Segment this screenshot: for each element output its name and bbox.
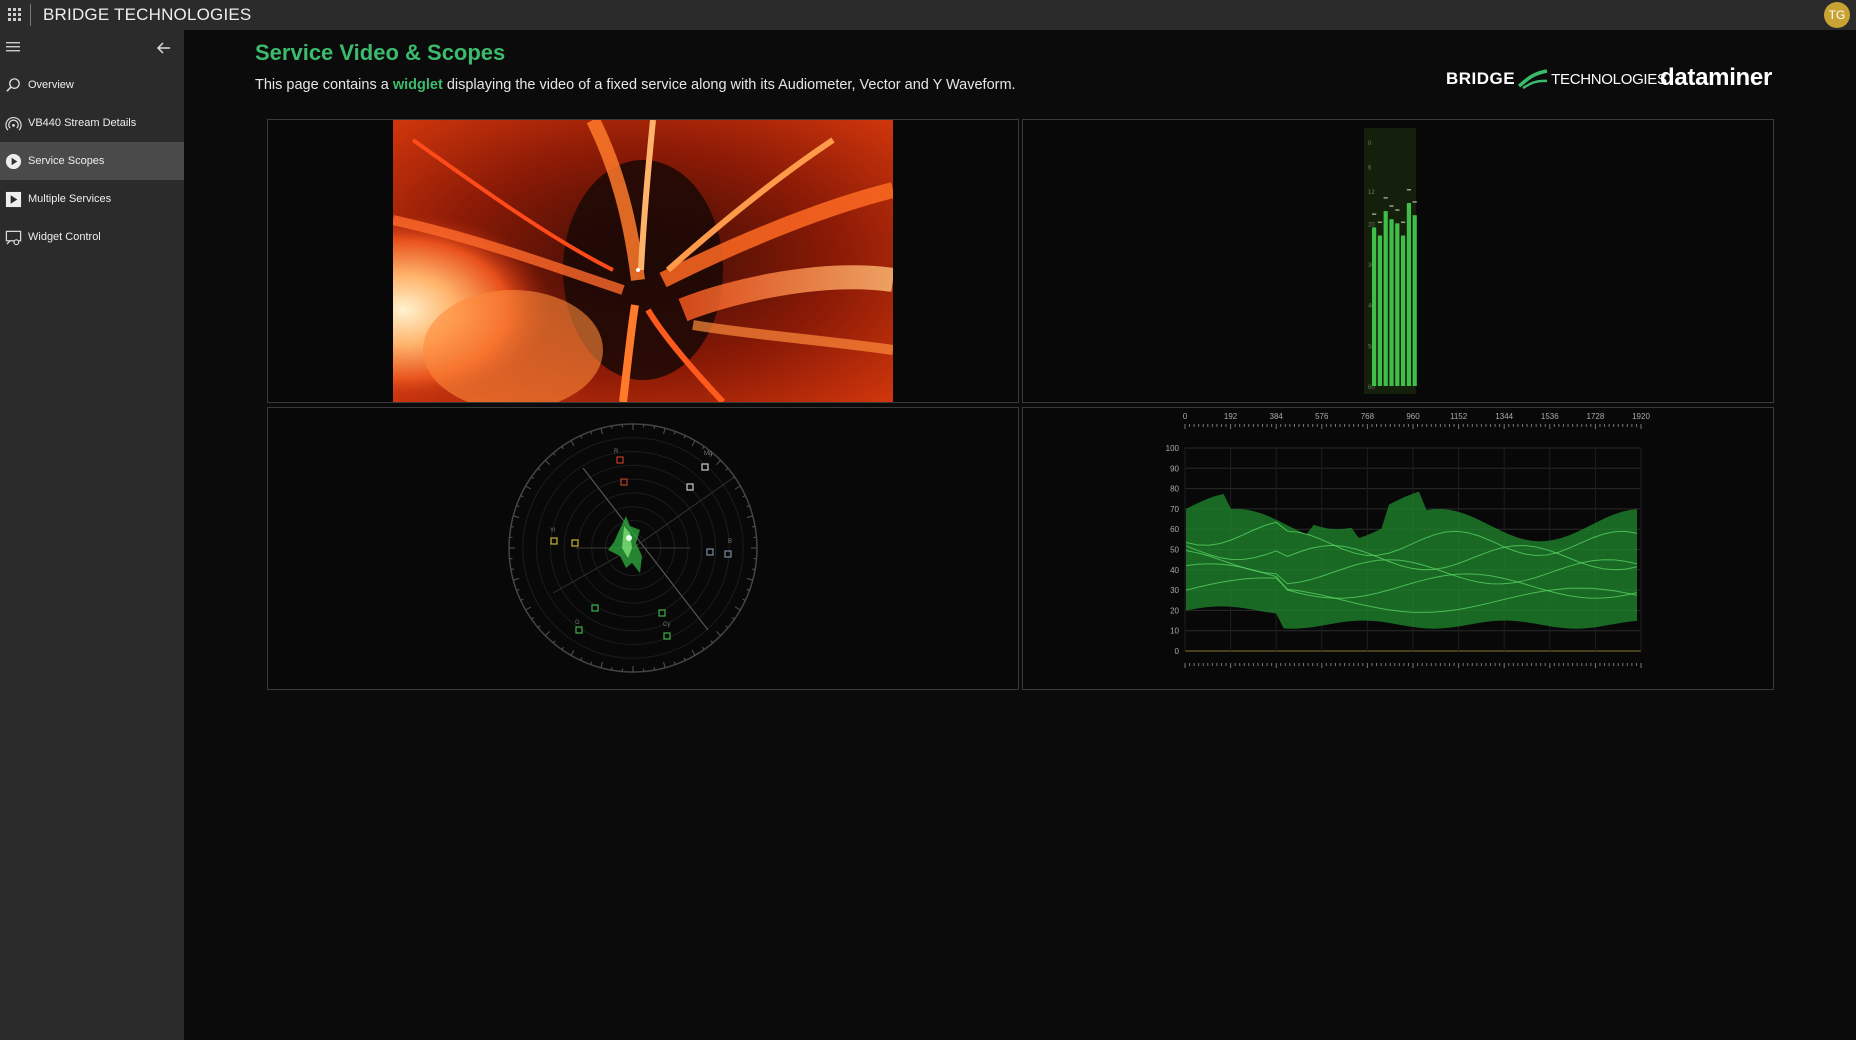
waveform-x-tick: 960 [1406, 412, 1420, 421]
audiometer-peak-marker [1395, 209, 1400, 211]
vectorscope-target [686, 483, 694, 491]
waveform-x-tick: 576 [1315, 412, 1329, 421]
waveform-x-tick: 1728 [1587, 412, 1605, 421]
vectorscope-target [571, 539, 579, 547]
waveform-x-tick: 1344 [1495, 412, 1513, 421]
audiometer-channel-bar [1401, 235, 1406, 386]
audiometer: 06122030405060 [1364, 128, 1417, 394]
waveform-y-tick: 0 [1175, 647, 1180, 656]
waveform-y-tick: 10 [1170, 627, 1179, 636]
top-bar: BRIDGE TECHNOLOGIES TG [0, 0, 1856, 30]
waveform-y-tick: 90 [1170, 464, 1179, 473]
topbar-divider [30, 4, 31, 26]
vectorscope-panel[interactable]: R Mg B Cy G Yl [267, 407, 1019, 690]
user-avatar[interactable]: TG [1824, 2, 1850, 28]
audiometer-channel-bar [1406, 203, 1411, 386]
app-title: BRIDGE TECHNOLOGIES [43, 5, 252, 24]
logo-text-bridge: BRIDGE [1446, 69, 1516, 88]
audiometer-peak-marker [1406, 189, 1411, 191]
vectorscope-target [706, 548, 714, 556]
waveform-y-tick: 30 [1170, 586, 1179, 595]
sidebar-item-vb440-stream-details[interactable]: VB440 Stream Details [0, 104, 184, 142]
bridge-swoosh-icon [1518, 69, 1548, 90]
audiometer-peak-marker [1401, 221, 1406, 224]
waveform-trace [1186, 491, 1637, 629]
waveform-y-tick: 80 [1170, 485, 1179, 494]
vectorscope-label: Cy [663, 622, 670, 628]
sidebar-header [0, 30, 184, 66]
logo-text-technologies: TECHNOLOGIES [1551, 70, 1667, 88]
waveform-y-tick: 70 [1170, 505, 1179, 514]
vectorscope-target [550, 537, 558, 545]
audiometer-peak-marker [1383, 197, 1388, 199]
sidebar-item-widget-control[interactable]: Widget Control [0, 218, 184, 256]
sidebar-item-label: VB440 Stream Details [28, 117, 137, 129]
hamburger-menu-icon[interactable] [6, 42, 20, 52]
sidebar-item-label: Service Scopes [28, 155, 105, 167]
vectorscope-label: Mg [704, 451, 712, 457]
sidebar-item-label: Multiple Services [28, 193, 112, 205]
sidebar-item-service-scopes[interactable]: Service Scopes [0, 142, 184, 180]
waveform-y-tick: 60 [1170, 525, 1179, 534]
waveform-x-tick: 0 [1183, 412, 1188, 421]
description-text: This page contains a [255, 77, 393, 93]
audiometer-channel-bar [1395, 223, 1400, 386]
audiometer-peak-marker [1412, 201, 1417, 203]
waveform-x-tick: 1536 [1541, 412, 1559, 421]
waveform-x-tick: 384 [1270, 412, 1284, 421]
dataminer-logo: dataminer [1660, 64, 1773, 91]
bridge-technologies-logo: BRIDGE TECHNOLOGIES [1446, 68, 1667, 90]
widglet-link[interactable]: widglet [393, 77, 443, 93]
audiometer-channel-bar [1412, 215, 1417, 386]
video-frame [393, 120, 893, 402]
vectorscope-label: R [614, 449, 619, 455]
waveform-x-tick: 192 [1224, 412, 1238, 421]
search-icon [4, 76, 22, 94]
play-circle-icon [4, 152, 22, 170]
waveform-x-tick: 1152 [1450, 412, 1468, 421]
vectorscope: R Mg B Cy G Yl [508, 423, 758, 673]
audiometer-channel-bar [1389, 219, 1394, 386]
waveform-y-tick: 100 [1166, 444, 1180, 453]
sidebar-item-overview[interactable]: Overview [0, 66, 184, 104]
sidebar-item-label: Widget Control [28, 231, 101, 243]
waveform-y-tick: 50 [1170, 546, 1179, 555]
audiometer-channel-bar [1383, 211, 1388, 386]
y-waveform: 0 192 384 576 768 960 1152 1344 1536 1728 1920 100… [1166, 412, 1650, 668]
audiometer-peak-marker [1377, 221, 1382, 224]
audiometer-panel[interactable]: 0 6 12 20 30 40 50 60 [1022, 119, 1774, 403]
sidebar: Overview VB440 Stream Details Service Sc… [0, 30, 184, 1040]
page-title: Service Video & Scopes [255, 40, 506, 65]
vectorscope-label: G [575, 620, 580, 626]
waveform-y-tick: 20 [1170, 606, 1179, 615]
audiometer-scale-label: 12 [1368, 190, 1375, 196]
waveform-panel[interactable]: 0 192 384 576 768 960 1152 1344 1536 1728 1920 100… [1022, 407, 1774, 690]
description-text: displaying the video of a fixed service … [442, 77, 1016, 93]
video-widget-panel[interactable] [267, 119, 1019, 403]
audiometer-channel-bar [1372, 227, 1377, 386]
waveform-x-tick: 768 [1361, 412, 1375, 421]
vectorscope-label: B [728, 539, 732, 545]
widget-control-icon [4, 228, 22, 246]
waveform-y-tick: 40 [1170, 566, 1179, 575]
audiometer-peak-marker [1389, 205, 1394, 207]
sidebar-item-multiple-services[interactable]: Multiple Services [0, 180, 184, 218]
vectorscope-label: Yl [550, 528, 555, 534]
page-description: This page contains a widglet displaying … [255, 77, 1016, 93]
waveform-x-tick: 1920 [1632, 412, 1650, 421]
vectorscope-target [724, 550, 732, 558]
collapse-arrow-icon[interactable] [156, 40, 172, 56]
sidebar-item-label: Overview [28, 79, 74, 91]
vectorscope-target [616, 456, 624, 464]
play-square-icon [4, 190, 22, 208]
app-grid-icon[interactable] [0, 0, 30, 30]
audiometer-peak-marker [1372, 213, 1377, 215]
video-thumbnail [393, 120, 893, 402]
broadcast-icon [4, 114, 22, 132]
audiometer-channel-bar [1377, 235, 1382, 386]
